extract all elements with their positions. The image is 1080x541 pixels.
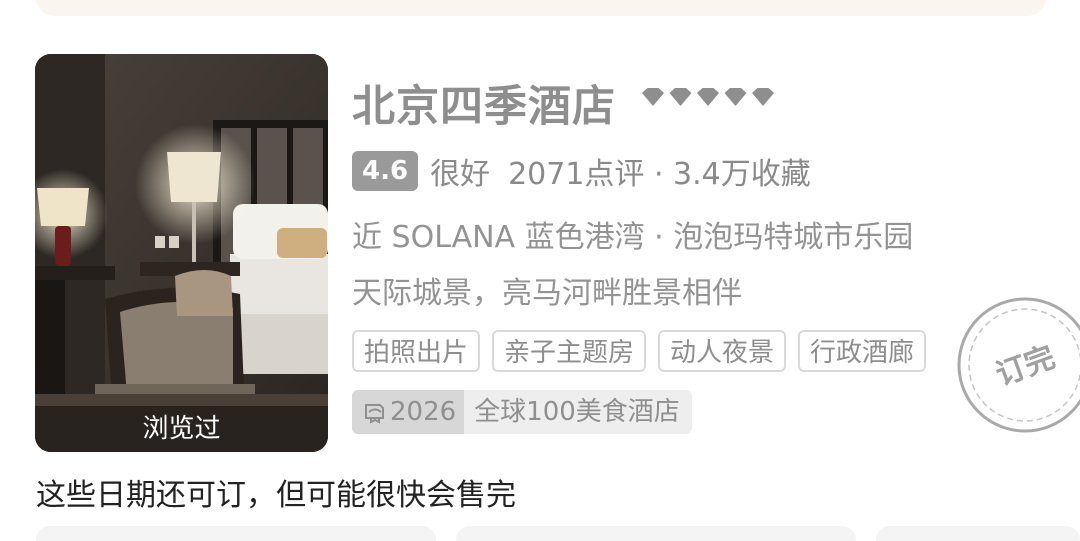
feature-tags: 拍照出片 亲子主题房 动人夜景 行政酒廊 (352, 330, 927, 372)
award-badge-icon (365, 404, 384, 424)
hotel-photo[interactable]: 浏览过 (35, 54, 328, 452)
hotel-name[interactable]: 北京四季酒店 (352, 72, 616, 134)
hotel-list-page: 浏览过 北京四季酒店 4.6 很好 2071点评 · 3.4万收藏 近 SOLA… (0, 0, 1080, 541)
diamond-icon (642, 88, 664, 106)
award-badge[interactable]: 2026 全球100美食酒店 (352, 390, 692, 434)
rating-word: 很好 (430, 157, 491, 192)
availability-notice: 这些日期还可订，但可能很快会售完 (36, 478, 516, 513)
hotel-location: 近 SOLANA 蓝色港湾 · 泡泡玛特城市乐园 (352, 220, 914, 255)
feature-tag: 拍照出片 (352, 330, 481, 372)
award-year: 2026 (390, 397, 457, 427)
date-option-card[interactable] (876, 526, 1080, 541)
feature-tag: 动人夜景 (658, 330, 787, 372)
hotel-room-image (35, 54, 328, 452)
hotel-description: 天际城景，亮马河畔胜景相伴 (352, 276, 742, 311)
diamond-icon (669, 88, 692, 106)
award-year-chip: 2026 (352, 390, 465, 434)
score-badge: 4.6 (352, 151, 419, 191)
feature-tag: 行政酒廊 (798, 330, 927, 372)
diamond-icon (752, 88, 774, 106)
award-title: 全球100美食酒店 (464, 390, 692, 434)
diamond-icon (697, 88, 719, 106)
star-rating-diamonds (642, 88, 774, 106)
sold-out-stamp: 订完 (957, 297, 1080, 433)
previous-card-edge (36, 0, 1046, 16)
feature-tag: 亲子主题房 (492, 330, 647, 372)
viewed-label: 浏览过 (35, 406, 328, 452)
date-option-card[interactable] (36, 526, 436, 541)
sold-out-stamp-text: 订完 (991, 340, 1059, 393)
date-option-card[interactable] (456, 526, 856, 541)
diamond-icon (724, 88, 747, 106)
review-count[interactable]: 2071点评 · 3.4万收藏 (508, 149, 811, 193)
rating-row: 4.6 很好 2071点评 · 3.4万收藏 (352, 150, 811, 192)
